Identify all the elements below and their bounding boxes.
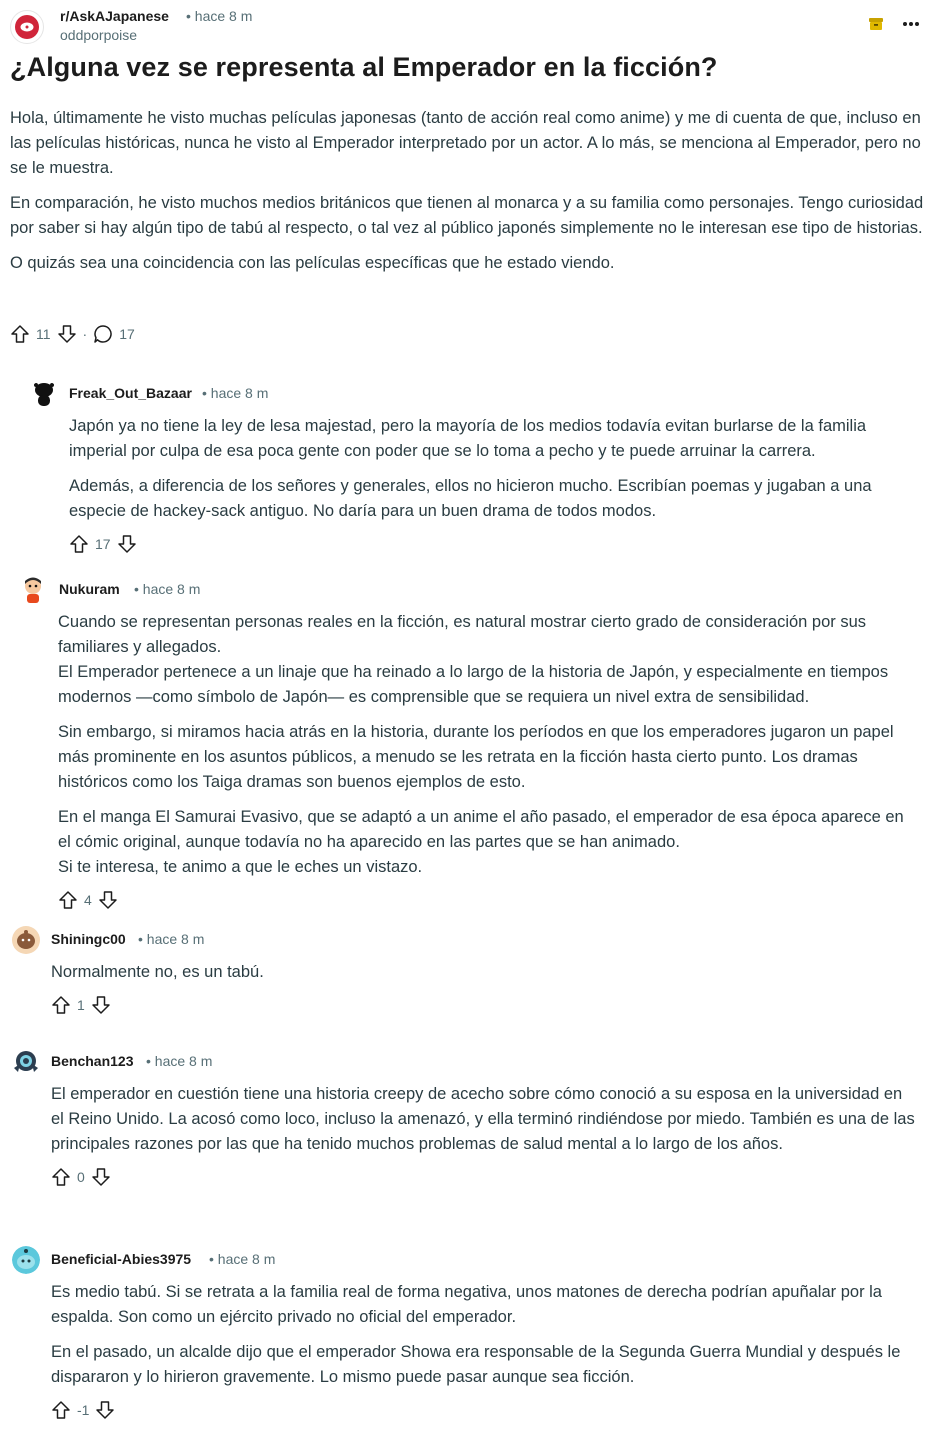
comment-time: • hace 8 m bbox=[209, 1251, 276, 1267]
snoo-avatar-icon bbox=[12, 1048, 40, 1076]
comment-paragraph: El emperador en cuestión tiene una histo… bbox=[51, 1085, 915, 1153]
avatar[interactable] bbox=[12, 1246, 40, 1274]
post-action-bar: 11 · 17 bbox=[10, 324, 135, 344]
comment-time: • hace 8 m bbox=[146, 1053, 213, 1069]
comment-paragraph: En el manga El Samurai Evasivo, que se a… bbox=[58, 808, 904, 876]
comment-vote-count: 0 bbox=[77, 1169, 85, 1185]
comment-paragraph: Es medio tabú. Si se retrata a la famili… bbox=[51, 1283, 882, 1326]
comment: Freak_Out_Bazaar • hace 8 m Japón ya no … bbox=[30, 380, 920, 554]
comment-header: Beneficial-Abies3975 • hace 8 m bbox=[12, 1246, 918, 1274]
upvote-arrow-icon[interactable] bbox=[10, 324, 30, 344]
separator-dot: · bbox=[82, 326, 88, 342]
comment: Benchan123 • hace 8 m El emperador en cu… bbox=[12, 1048, 918, 1187]
comment-time: • hace 8 m bbox=[138, 931, 205, 947]
comment-author[interactable]: Benchan123 bbox=[51, 1053, 133, 1069]
downvote-arrow-icon[interactable] bbox=[117, 534, 137, 554]
comment-action-bar: 17 bbox=[69, 534, 920, 554]
comment-header: Shiningc00 • hace 8 m bbox=[12, 926, 918, 954]
comment-paragraph: Cuando se representan personas reales en… bbox=[58, 613, 889, 706]
downvote-arrow-icon[interactable] bbox=[95, 1400, 115, 1420]
subreddit-name[interactable]: r/AskAJapanese bbox=[60, 8, 169, 24]
post-header: r/AskAJapanese • hace 8 m oddporpoise bbox=[10, 6, 920, 46]
comment-vote-count: 17 bbox=[95, 536, 111, 552]
comment-body: Es medio tabú. Si se retrata a la famili… bbox=[51, 1280, 918, 1390]
archive-icon[interactable] bbox=[868, 16, 884, 32]
upvote-arrow-icon[interactable] bbox=[69, 534, 89, 554]
post-body: Hola, últimamente he visto muchas pelícu… bbox=[10, 106, 924, 286]
comment-paragraph: Japón ya no tiene la ley de lesa majesta… bbox=[69, 417, 867, 460]
upvote-arrow-icon[interactable] bbox=[51, 1167, 71, 1187]
comment-action-bar: -1 bbox=[51, 1400, 918, 1420]
post-paragraph: Hola, últimamente he visto muchas pelícu… bbox=[10, 109, 921, 177]
subreddit-logo-icon bbox=[15, 15, 39, 39]
post-paragraph: O quizás sea una coincidencia con las pe… bbox=[10, 254, 615, 272]
more-dots-icon[interactable] bbox=[902, 21, 920, 27]
upvote-arrow-icon[interactable] bbox=[51, 1400, 71, 1420]
comment-header: Benchan123 • hace 8 m bbox=[12, 1048, 918, 1076]
comment-author[interactable]: Shiningc00 bbox=[51, 931, 126, 947]
comment-action-bar: 4 bbox=[58, 890, 919, 910]
snoo-avatar-icon bbox=[19, 576, 47, 604]
upvote-arrow-icon[interactable] bbox=[51, 995, 71, 1015]
comment-action-bar: 0 bbox=[51, 1167, 918, 1187]
snoo-avatar-icon bbox=[30, 380, 58, 408]
comment-vote-count: 1 bbox=[77, 997, 85, 1013]
comment-paragraph: En el pasado, un alcalde dijo que el emp… bbox=[51, 1343, 901, 1386]
comment-header: Freak_Out_Bazaar • hace 8 m bbox=[30, 380, 920, 408]
comment-paragraph: Normalmente no, es un tabú. bbox=[51, 963, 264, 981]
comment-author[interactable]: Nukuram bbox=[59, 581, 120, 597]
post-author[interactable]: oddporpoise bbox=[60, 27, 137, 43]
snoo-avatar-icon bbox=[12, 1246, 40, 1274]
avatar[interactable] bbox=[19, 576, 47, 604]
upvote-arrow-icon[interactable] bbox=[58, 890, 78, 910]
comment-time: • hace 8 m bbox=[134, 581, 201, 597]
comment-author[interactable]: Freak_Out_Bazaar bbox=[69, 385, 192, 401]
downvote-arrow-icon[interactable] bbox=[98, 890, 118, 910]
post-comment-count: 17 bbox=[119, 326, 135, 342]
post-header-actions bbox=[868, 16, 920, 32]
post-title: ¿Alguna vez se representa al Emperador e… bbox=[10, 52, 718, 82]
comment: Beneficial-Abies3975 • hace 8 m Es medio… bbox=[12, 1246, 918, 1420]
post-vote-count: 11 bbox=[36, 326, 51, 342]
comment: Shiningc00 • hace 8 m Normalmente no, es… bbox=[12, 926, 918, 1015]
comment-bubble-icon[interactable] bbox=[93, 324, 113, 344]
post-paragraph: En comparación, he visto muchos medios b… bbox=[10, 194, 924, 237]
comment-paragraph: Sin embargo, si miramos hacia atrás en l… bbox=[58, 723, 894, 791]
comment-body: El emperador en cuestión tiene una histo… bbox=[51, 1082, 918, 1157]
comment-time: • hace 8 m bbox=[202, 385, 269, 401]
comment-paragraph: Además, a diferencia de los señores y ge… bbox=[69, 477, 872, 520]
comment-action-bar: 1 bbox=[51, 995, 918, 1015]
post-time: • hace 8 m bbox=[186, 8, 253, 24]
downvote-arrow-icon[interactable] bbox=[57, 324, 77, 344]
avatar[interactable] bbox=[12, 926, 40, 954]
downvote-arrow-icon[interactable] bbox=[91, 1167, 111, 1187]
comment-vote-count: -1 bbox=[77, 1402, 90, 1418]
downvote-arrow-icon[interactable] bbox=[91, 995, 111, 1015]
avatar[interactable] bbox=[30, 380, 58, 408]
avatar[interactable] bbox=[12, 1048, 40, 1076]
comment-vote-count: 4 bbox=[84, 892, 92, 908]
subreddit-avatar[interactable] bbox=[10, 10, 44, 44]
comment-author[interactable]: Beneficial-Abies3975 bbox=[51, 1251, 191, 1267]
comment: Nukuram • hace 8 m Cuando se representan… bbox=[19, 576, 919, 910]
snoo-avatar-icon bbox=[12, 926, 40, 954]
comment-header: Nukuram • hace 8 m bbox=[19, 576, 919, 604]
comment-body: Japón ya no tiene la ley de lesa majesta… bbox=[69, 414, 920, 524]
comment-body: Cuando se representan personas reales en… bbox=[58, 610, 919, 880]
comment-body: Normalmente no, es un tabú. bbox=[51, 960, 918, 985]
